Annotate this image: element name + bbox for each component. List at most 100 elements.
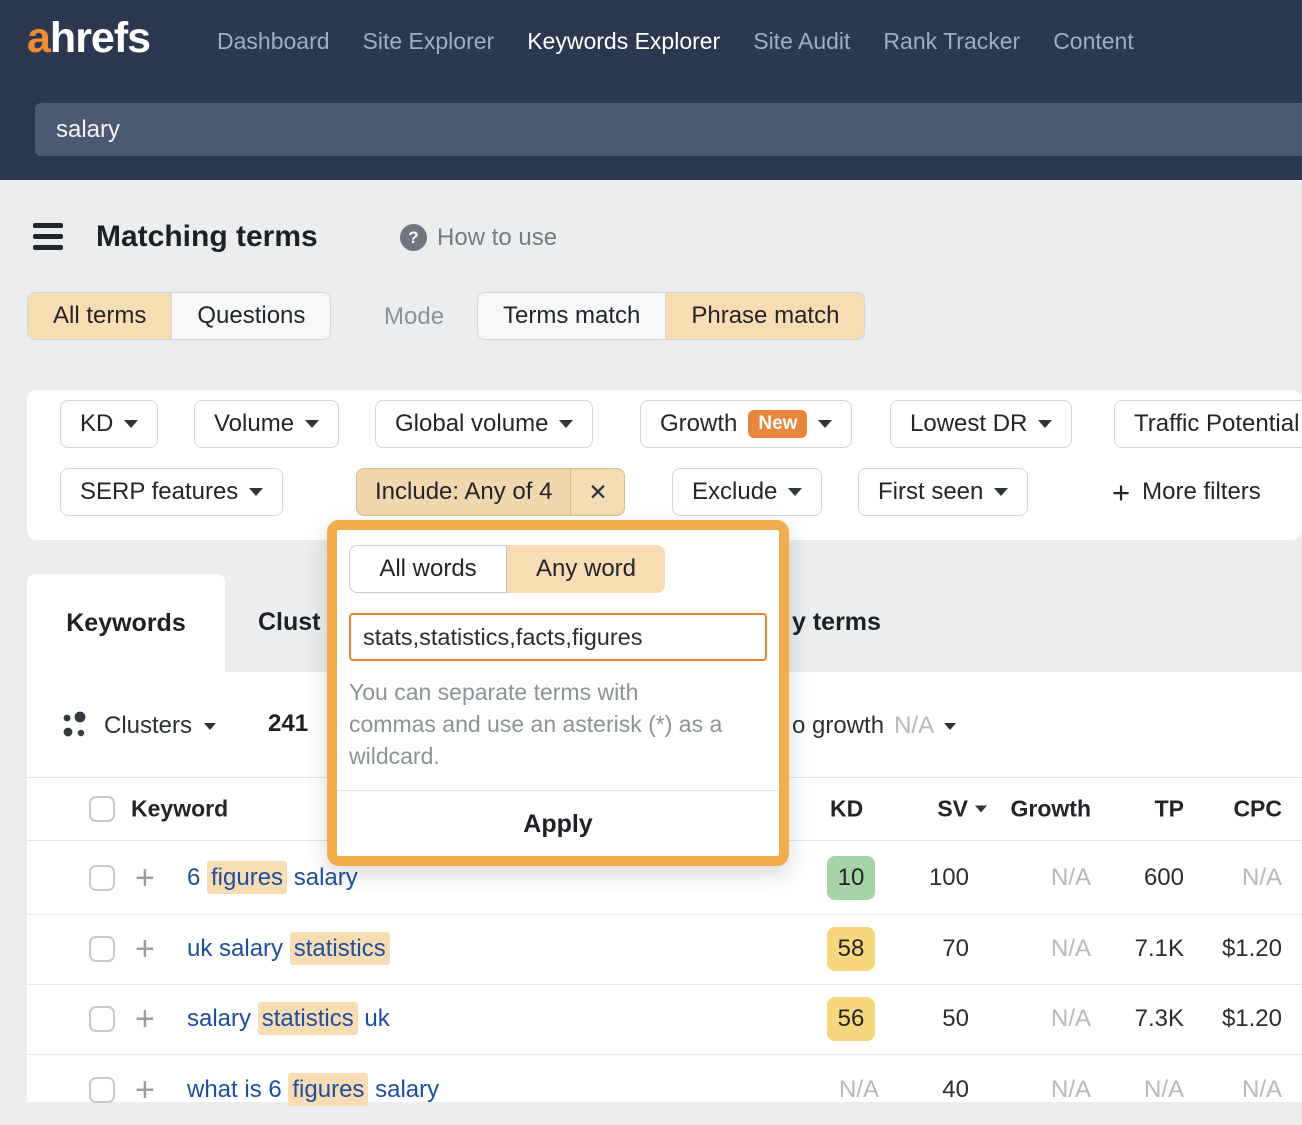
growth-value: N/A [979,864,1091,892]
chevron-down-icon [305,420,319,428]
toggle-all-words[interactable]: All words [349,545,507,593]
tp-value: N/A [1077,1076,1184,1104]
kd-badge: 56 [827,997,875,1041]
column-header-tp[interactable]: TP [1077,796,1184,823]
keyword-search-input[interactable] [35,103,1302,156]
filter-volume-button[interactable]: Volume [194,400,339,448]
tp-value: 600 [1077,864,1184,892]
growth-value: N/A [979,1076,1091,1104]
apply-button[interactable]: Apply [337,792,779,856]
cpc-value: N/A [1175,1076,1282,1104]
popup-divider [337,790,779,791]
tab-clusters-parent-fragment[interactable]: Clust [258,608,321,637]
add-to-list-button[interactable]: + [135,861,155,895]
scope-toggle: All terms Questions [27,292,331,340]
add-to-list-button[interactable]: + [135,932,155,966]
column-header-cpc[interactable]: CPC [1175,796,1282,823]
sv-value: 70 [879,935,969,963]
growth-timeframe-dropdown[interactable]: o growth N/A [792,712,956,740]
add-to-list-button[interactable]: + [135,1002,155,1036]
keyword-link[interactable]: uk salary statistics [187,935,390,963]
hint-line-3: wildcard. [349,740,773,772]
words-mode-toggle: All words Any word [349,545,665,593]
tp-value: 7.3K [1077,1005,1184,1033]
nav-item-rank-tracker[interactable]: Rank Tracker [883,28,1020,55]
chevron-down-icon [249,488,263,496]
kd-badge: 58 [827,927,875,971]
table-row: +uk salary statistics5870N/A7.1K$1.201 [27,915,1302,985]
growth-value: N/A [979,1005,1091,1033]
filter-first-seen-button[interactable]: First seen [858,468,1028,516]
clusters-dropdown[interactable]: Clusters [104,712,216,740]
tp-value: 7.1K [1077,935,1184,963]
toggle-terms-match[interactable]: Terms match [478,293,666,339]
nav-item-content[interactable]: Content [1053,28,1134,55]
select-all-checkbox[interactable] [89,796,115,822]
kd-badge: 10 [827,856,875,900]
clusters-icon [60,709,92,741]
column-header-kd[interactable]: KD [830,796,863,823]
toggle-questions[interactable]: Questions [172,293,330,339]
hint-line-1: You can separate terms with [349,676,773,708]
filter-growth-button[interactable]: GrowthNew [640,400,852,448]
top-navbar: ahrefs Dashboard Site Explorer Keywords Ex… [0,0,1302,180]
row-checkbox[interactable] [89,1006,115,1032]
growth-value: N/A [979,935,1091,963]
logo-letter-a: a [27,14,50,62]
hint-line-2: commas and use an asterisk (*) as a [349,708,773,740]
primary-nav: Dashboard Site Explorer Keywords Explorer S… [217,28,1134,55]
include-clear-icon[interactable]: ✕ [570,469,624,515]
matched-term-highlight: statistics [290,932,390,965]
logo-rest: hrefs [50,14,150,62]
matched-term-highlight: statistics [258,1002,358,1035]
keyword-link[interactable]: what is 6 figures salary [187,1076,439,1104]
chevron-down-icon [818,420,832,428]
nav-item-site-explorer[interactable]: Site Explorer [363,28,495,55]
row-checkbox[interactable] [89,936,115,962]
hamburger-menu-icon[interactable] [33,223,63,250]
how-to-use-link[interactable]: How to use [437,224,557,252]
column-header-sv[interactable]: SV [875,796,987,823]
include-filter-label[interactable]: Include: Any of 4 [357,469,570,515]
kd-value: N/A [817,1076,879,1104]
mode-toggle: Terms match Phrase match [477,292,865,340]
filter-exclude-button[interactable]: Exclude [672,468,822,516]
filter-kd-button[interactable]: KD [60,400,158,448]
chevron-down-icon [204,723,216,730]
toggle-all-terms[interactable]: All terms [28,293,172,339]
column-header-keyword[interactable]: Keyword [131,796,228,823]
include-terms-input[interactable] [349,613,767,661]
keyword-count: 241 [268,710,308,738]
table-body: +6 figures salary10100N/A600N/AN+uk sala… [27,843,1302,1125]
include-hint-text: You can separate terms with commas and u… [349,676,773,772]
nav-item-keywords-explorer[interactable]: Keywords Explorer [527,28,720,55]
add-to-list-button[interactable]: + [135,1073,155,1107]
chevron-down-icon [994,488,1008,496]
ahrefs-logo[interactable]: ahrefs [27,14,150,63]
nav-item-site-audit[interactable]: Site Audit [753,28,850,55]
keyword-link[interactable]: 6 figures salary [187,864,358,892]
filter-global-volume-button[interactable]: Global volume [375,400,593,448]
chevron-down-icon [124,420,138,428]
mode-label: Mode [384,303,444,331]
include-filter-chip: Include: Any of 4 ✕ [356,468,625,516]
help-question-icon[interactable]: ? [400,224,427,251]
chevron-down-icon [944,723,956,730]
nav-item-dashboard[interactable]: Dashboard [217,28,330,55]
row-checkbox[interactable] [89,1077,115,1103]
filter-serp-features-button[interactable]: SERP features [60,468,283,516]
filter-traffic-potential-button[interactable]: Traffic Potential [1114,400,1302,448]
toggle-any-word[interactable]: Any word [507,545,665,593]
tab-keywords[interactable]: Keywords [27,574,225,673]
sv-value: 100 [879,864,969,892]
plus-icon: + [1112,477,1130,508]
tab-clusters-terms-fragment[interactable]: y terms [792,608,881,637]
more-filters-button[interactable]: +More filters [1112,468,1261,516]
toggle-phrase-match[interactable]: Phrase match [666,293,864,339]
row-checkbox[interactable] [89,865,115,891]
filter-lowest-dr-button[interactable]: Lowest DR [890,400,1072,448]
sv-value: 40 [879,1076,969,1104]
column-header-growth[interactable]: Growth [979,796,1091,823]
cpc-value: $1.20 [1175,1005,1282,1033]
keyword-link[interactable]: salary statistics uk [187,1005,390,1033]
